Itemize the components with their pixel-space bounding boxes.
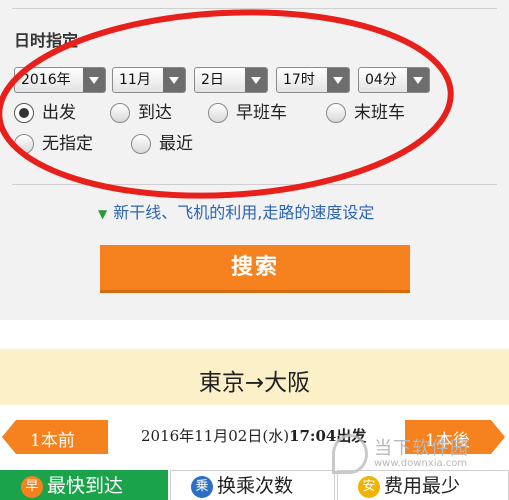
departure-date: 2016年11月02日(水) [141,427,290,445]
radio-unchecked-icon [326,103,346,123]
day-select-value: 2日 [201,72,224,88]
top-divider [12,8,497,9]
watermark: 当下软件园 www.downxia.com [326,434,506,474]
radio-departure-label: 出发 [42,103,76,123]
route-title: 東京→大阪 [198,370,311,396]
tab-cheapest-label: 费用最少 [384,475,461,497]
radio-last-train[interactable]: 末班车 [326,101,405,125]
speed-settings-label: 新干线、飞机的利用,走路的速度设定 [113,203,375,222]
datetime-selects: 2016年 11月 2日 17时 04分 [14,67,494,93]
tab-cheapest[interactable]: 安 费用最少 [337,470,509,500]
chevron-down-icon [407,68,429,92]
watermark-url: www.downxia.com [374,458,468,469]
radio-checked-icon [14,103,34,123]
month-select[interactable]: 11月 [112,67,186,93]
radio-unchecked-icon [14,134,34,154]
watermark-logo-icon [332,434,368,474]
previous-train-button[interactable]: 1本前 [2,420,108,454]
hour-select[interactable]: 17时 [276,67,350,93]
watermark-text: 当下软件园 [374,438,469,459]
chevron-down-icon [83,68,105,92]
hour-select-value: 17时 [283,72,315,88]
transfer-icon: 乗 [191,476,213,498]
radio-first-train[interactable]: 早班车 [208,101,287,125]
middle-divider [12,184,497,185]
speed-settings-link[interactable]: ▼ 新干线、飞机的利用,走路的速度设定 [98,199,374,223]
radio-last-train-label: 末班车 [354,103,405,123]
chevron-down-icon [245,68,267,92]
minute-select-value: 04分 [365,72,397,88]
radio-unchecked-icon [110,103,130,123]
radio-arrival[interactable]: 到达 [110,101,172,125]
triangle-down-icon: ▼ [98,207,108,221]
minute-select[interactable]: 04分 [358,67,430,93]
tab-fewest-transfers-label: 换乘次数 [217,475,294,497]
radio-unchecked-icon [131,134,151,154]
radio-departure[interactable]: 出发 [14,101,76,125]
previous-train-label: 1本前 [30,431,75,451]
radio-nearest[interactable]: 最近 [131,132,193,156]
radio-unspecified-label: 无指定 [42,134,93,154]
chevron-down-icon [327,68,349,92]
radio-nearest-label: 最近 [159,134,193,154]
tab-fewest-transfers[interactable]: 乗 换乘次数 [170,470,335,500]
month-select-value: 11月 [119,72,151,88]
radio-unchecked-icon [208,103,228,123]
radio-first-train-label: 早班车 [236,103,287,123]
result-tabs: 早 最快到达 乗 换乘次数 安 费用最少 [0,470,509,500]
fastest-icon: 早 [21,476,43,498]
tab-fastest[interactable]: 早 最快到达 [0,470,168,500]
section-title: 日时指定 [14,31,79,50]
search-button[interactable]: 搜索 [100,245,410,293]
year-select-value: 2016年 [21,72,71,88]
chevron-down-icon [163,68,185,92]
year-select[interactable]: 2016年 [14,67,106,93]
cheap-icon: 安 [358,476,380,498]
day-select[interactable]: 2日 [194,67,268,93]
radio-arrival-label: 到达 [138,103,172,123]
tab-fastest-label: 最快到达 [47,475,124,497]
radio-unspecified[interactable]: 无指定 [14,132,93,156]
